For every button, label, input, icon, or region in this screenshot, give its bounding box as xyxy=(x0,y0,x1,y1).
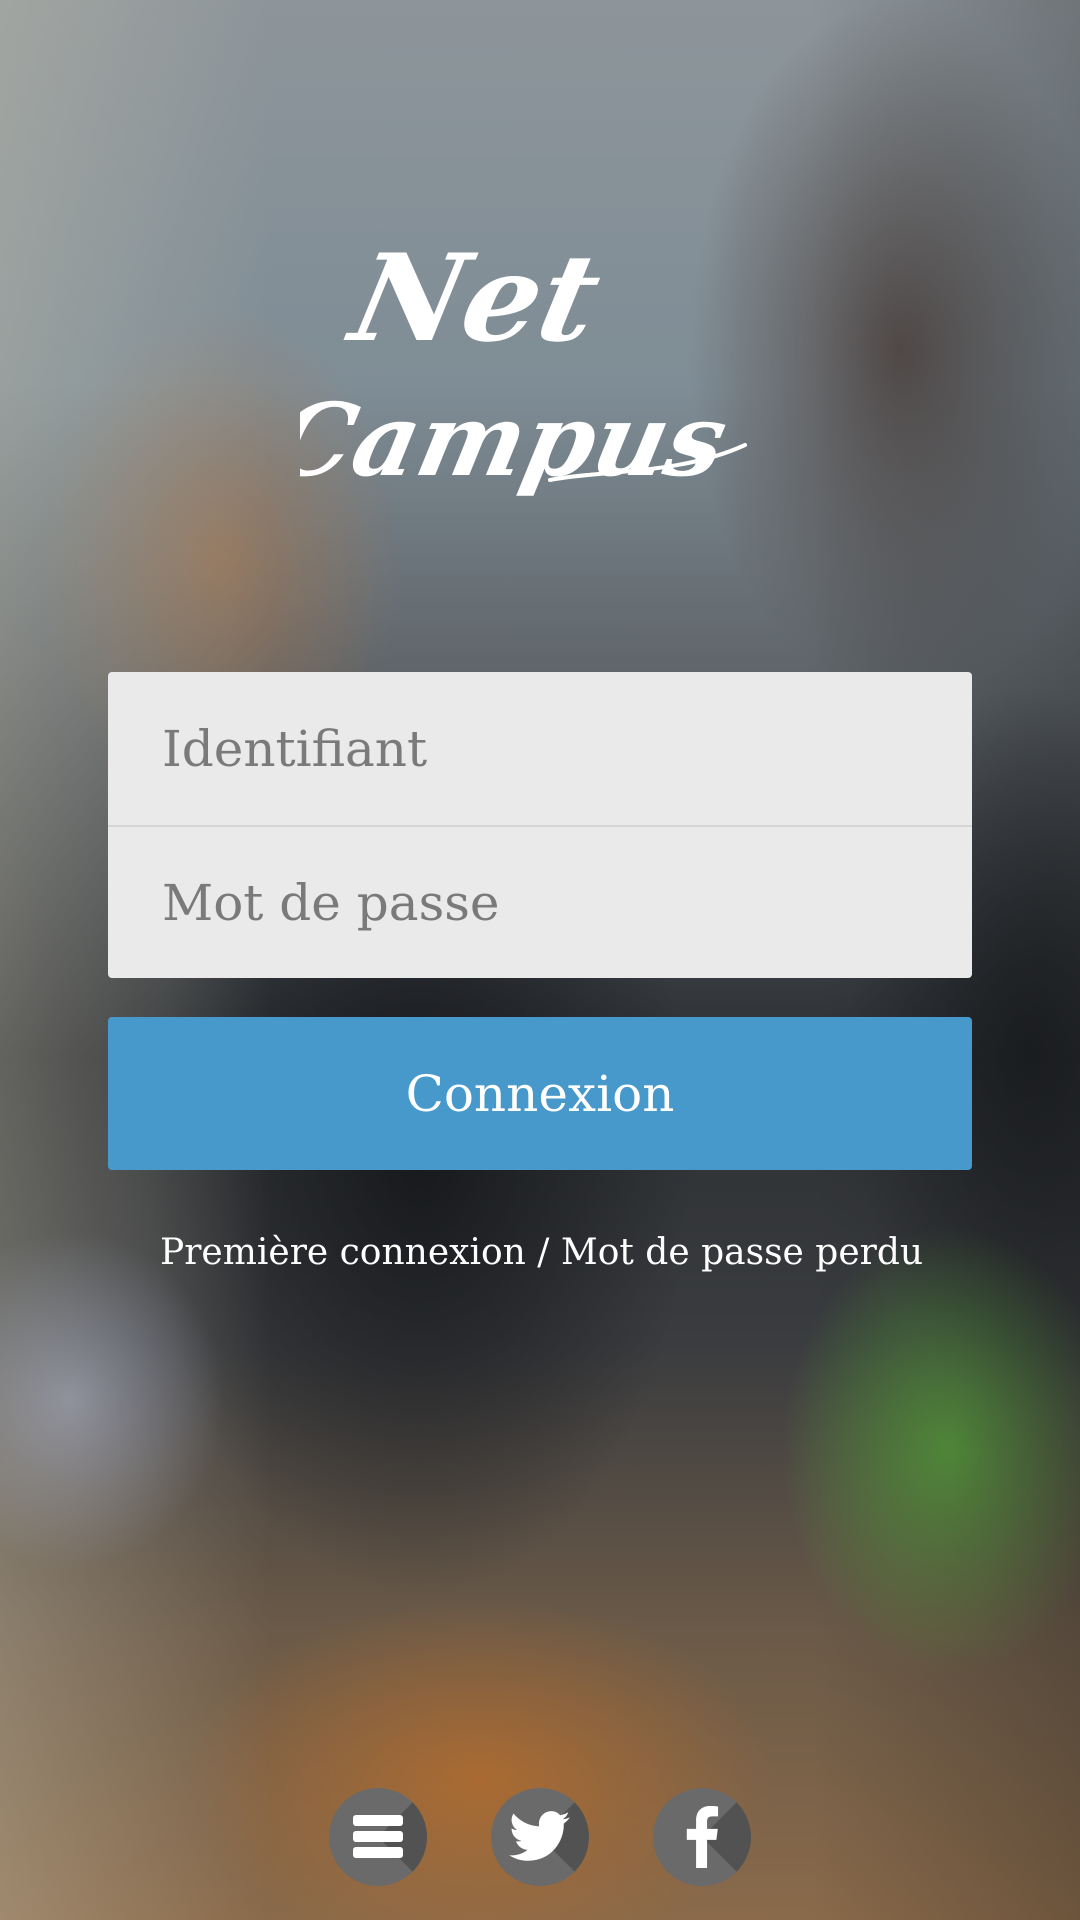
twitter-button[interactable] xyxy=(491,1788,589,1886)
svg-text:Campus: Campus xyxy=(300,381,737,499)
login-button[interactable]: Connexion xyxy=(108,1017,972,1170)
facebook-icon xyxy=(686,1806,719,1868)
net-campus-logo: Net Campus xyxy=(300,230,747,499)
username-input[interactable] xyxy=(160,718,972,779)
password-field-row xyxy=(108,825,972,978)
links-separator: / xyxy=(525,1232,561,1273)
twitter-icon xyxy=(509,1811,570,1861)
password-input[interactable] xyxy=(160,872,972,933)
username-field-row xyxy=(108,672,972,825)
menu-button[interactable] xyxy=(329,1788,427,1886)
menu-icon xyxy=(353,1815,403,1858)
login-form xyxy=(108,672,972,978)
facebook-button[interactable] xyxy=(653,1788,751,1886)
first-login-link[interactable]: Première connexion xyxy=(160,1232,526,1273)
svg-text:Net: Net xyxy=(337,230,612,369)
help-links: Première connexion / Mot de passe perdu xyxy=(160,1232,923,1273)
forgot-password-link[interactable]: Mot de passe perdu xyxy=(561,1232,923,1273)
social-bar xyxy=(0,1788,1080,1886)
